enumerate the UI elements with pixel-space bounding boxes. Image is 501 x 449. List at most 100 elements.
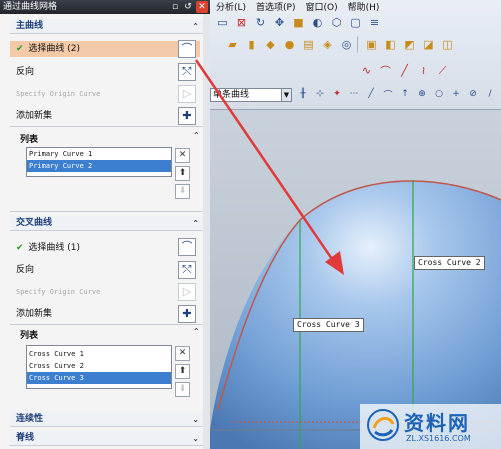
zoom-icon[interactable]: ⊠ — [233, 14, 250, 31]
menubar: 分析(L) 首选项(P) 窗口(O) 帮助(H) — [216, 0, 379, 14]
cross-curve-2-label: Cross Curve 2 — [414, 256, 485, 270]
move-up-icon[interactable]: ⬆ — [175, 166, 190, 181]
add-new-set-icon[interactable]: ✚ — [178, 305, 196, 323]
snap-quadrant-icon[interactable]: ○ — [432, 87, 446, 101]
snap-line-icon[interactable]: ╱ — [364, 87, 378, 101]
reverse-direction-icon[interactable]: ⤲ — [178, 261, 196, 279]
menu-analysis[interactable]: 分析(L) — [216, 0, 246, 14]
snap-toolbar: ╫ ⊹ ✦ ⋯ ╱ ⌒ ↑ ⊕ ○ + ⊘ / ⊥ — [296, 87, 501, 101]
primary-select-curve-label: 选择曲线 (2) — [28, 44, 81, 54]
primary-curve-section-header[interactable]: 主曲线 ⌃ — [10, 19, 203, 34]
cross-reverse-label: 反向 — [16, 265, 35, 275]
menu-window[interactable]: 窗口(O) — [306, 0, 338, 14]
minimize-icon[interactable]: ▫ — [169, 1, 181, 13]
curve-select-icon[interactable]: ⌒ — [178, 238, 196, 256]
continuity-section-header[interactable]: 连续性 ⌄ — [10, 412, 203, 427]
divider — [10, 126, 203, 127]
view-toolbar-row: ▭ ⊠ ↻ ✥ ■ ◐ ⬡ ▢ ≡ — [214, 14, 383, 31]
graphics-viewport[interactable]: Cross Curve 2 Cross Curve 3 — [210, 110, 501, 449]
snap-endpoint-icon[interactable]: ⊹ — [313, 87, 327, 101]
remove-icon[interactable]: ✕ — [175, 148, 190, 163]
snap-face-icon[interactable]: / — [483, 87, 497, 101]
boolean-subtract-icon[interactable]: ◧ — [382, 36, 399, 53]
arc-icon[interactable]: ⌒ — [377, 62, 394, 79]
curve-select-icon[interactable]: ⌒ — [178, 40, 196, 58]
boolean-unite-icon[interactable]: ▣ — [363, 36, 380, 53]
cross-curve-section-header[interactable]: 交叉曲线 ⌃ — [10, 216, 203, 231]
snap-point-icon[interactable]: + — [449, 87, 463, 101]
edge-blend-icon[interactable]: ◪ — [420, 36, 437, 53]
snap-intersection-icon[interactable]: ╫ — [296, 87, 310, 101]
revolve-icon[interactable]: ◈ — [319, 36, 336, 53]
check-icon: ✔ — [16, 243, 24, 253]
background-icon[interactable]: ▢ — [347, 14, 364, 31]
curve-edit-icon[interactable]: ≀ — [415, 62, 432, 79]
move-up-icon[interactable]: ⬆ — [175, 364, 190, 379]
hole-icon[interactable]: ◎ — [338, 36, 355, 53]
cylinder-icon[interactable]: ▮ — [243, 36, 260, 53]
reverse-direction-icon[interactable]: ⤲ — [178, 63, 196, 81]
dialog-title: 通过曲线网格 — [3, 2, 58, 12]
list-item[interactable]: Cross Curve 1 — [27, 348, 171, 360]
boolean-intersect-icon[interactable]: ◩ — [401, 36, 418, 53]
spline-icon[interactable]: ∿ — [358, 62, 375, 79]
remove-icon[interactable]: ✕ — [175, 346, 190, 361]
list-item[interactable]: Primary Curve 1 — [27, 148, 171, 160]
origin-curve-icon: ▷ — [178, 283, 196, 301]
list-item[interactable]: Cross Curve 3 — [27, 372, 171, 384]
list-item[interactable]: Primary Curve 2 — [27, 160, 171, 172]
cone-icon[interactable]: ◆ — [262, 36, 279, 53]
primary-curve-list[interactable]: Primary Curve 1 Primary Curve 2 — [26, 147, 172, 177]
reset-icon[interactable]: ↺ — [182, 1, 194, 13]
menu-preferences[interactable]: 首选项(P) — [256, 0, 295, 14]
fit-view-icon[interactable]: ▭ — [214, 14, 231, 31]
cross-select-curve-label: 选择曲线 (1) — [28, 243, 81, 253]
render-style-icon[interactable]: ◐ — [309, 14, 326, 31]
layer-icon[interactable]: ≡ — [366, 14, 383, 31]
menu-help[interactable]: 帮助(H) — [348, 0, 380, 14]
move-down-icon[interactable]: ⬇ — [175, 184, 190, 199]
dialog-titlebar[interactable]: 通过曲线网格 ▫ ↺ ✕ — [0, 0, 210, 14]
pan-icon[interactable]: ✥ — [271, 14, 288, 31]
close-icon[interactable]: ✕ — [196, 1, 208, 13]
selection-filter-combo[interactable]: 单条曲线 ▼ — [210, 88, 292, 102]
sphere-icon[interactable]: ● — [281, 36, 298, 53]
primary-specify-origin-label: Specify Origin Curve — [16, 90, 101, 98]
chevron-up-icon[interactable]: ⌃ — [192, 19, 199, 34]
feature-toolbar-row: ▰ ▮ ◆ ● ▤ ◈ ◎ ▣ ◧ ◩ ◪ ◫ — [224, 36, 456, 53]
curve-toolbar-row: ∿ ⌒ ╱ ≀ ⟋ — [358, 62, 451, 79]
snap-grid-icon[interactable]: ⋯ — [347, 87, 361, 101]
block-icon[interactable]: ▰ — [224, 36, 241, 53]
snap-midpoint-icon[interactable]: ✦ — [330, 87, 344, 101]
chevron-up-icon[interactable]: ⌃ — [193, 131, 200, 140]
cross-curve-list[interactable]: Cross Curve 1 Cross Curve 2 Cross Curve … — [26, 345, 172, 389]
primary-select-curve-row[interactable]: ✔ 选择曲线 (2) — [10, 41, 200, 57]
continuity-section-title: 连续性 — [16, 414, 44, 424]
dialog-scrollbar[interactable] — [203, 14, 210, 449]
chevron-down-icon[interactable]: ⌄ — [192, 431, 199, 446]
wireframe-icon[interactable]: ⬡ — [328, 14, 345, 31]
snap-arrow-icon[interactable]: ↑ — [398, 87, 412, 101]
line-icon[interactable]: ╱ — [396, 62, 413, 79]
snap-bisector-icon[interactable]: ⊘ — [466, 87, 480, 101]
cross-select-curve-row[interactable]: ✔ 选择曲线 (1) — [16, 240, 200, 256]
spine-section-title: 脊线 — [16, 433, 35, 443]
chamfer-icon[interactable]: ◫ — [439, 36, 456, 53]
chevron-down-icon[interactable]: ⌄ — [192, 412, 199, 427]
primary-curve-section-title: 主曲线 — [16, 21, 44, 31]
spine-section-header[interactable]: 脊线 ⌄ — [10, 431, 203, 446]
snap-center-icon[interactable]: ⊕ — [415, 87, 429, 101]
surface-model — [210, 180, 501, 449]
shaded-cube-icon[interactable]: ■ — [290, 14, 307, 31]
add-new-set-icon[interactable]: ✚ — [178, 107, 196, 125]
rotate-icon[interactable]: ↻ — [252, 14, 269, 31]
chevron-down-icon[interactable]: ▼ — [281, 89, 291, 101]
move-down-icon[interactable]: ⬇ — [175, 382, 190, 397]
watermark-subtitle: ZL.XS1616.COM — [406, 434, 471, 443]
extrude-icon[interactable]: ▤ — [300, 36, 317, 53]
list-item[interactable]: Cross Curve 2 — [27, 360, 171, 372]
chevron-up-icon[interactable]: ⌃ — [192, 216, 199, 231]
chevron-up-icon[interactable]: ⌃ — [193, 327, 200, 336]
trim-icon[interactable]: ⟋ — [434, 62, 451, 79]
snap-tangent-icon[interactable]: ⌒ — [381, 87, 395, 101]
